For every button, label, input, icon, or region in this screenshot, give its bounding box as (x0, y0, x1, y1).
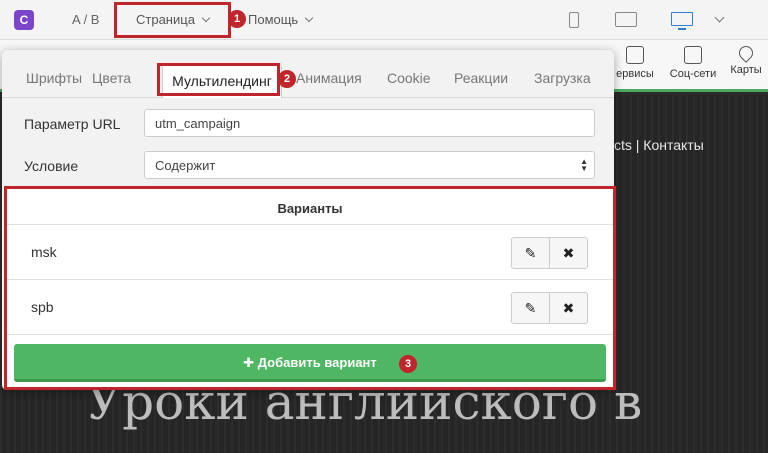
delete-variant-button[interactable]: ✖ (549, 237, 588, 269)
variant-row: spb ✎ ✖ (7, 280, 613, 335)
plus-icon: ✚ (243, 355, 255, 370)
tab-loading[interactable]: Загрузка (534, 70, 591, 86)
top-bar: C A / B Страница 1 Помощь (0, 0, 768, 40)
puzzle-icon (626, 46, 644, 64)
step-badge-2: 2 (278, 70, 296, 88)
add-variant-label: Добавить вариант (257, 355, 377, 370)
condition-value: Содержит (155, 158, 216, 173)
step-badge-3: 3 (399, 355, 417, 373)
social-label: Соц-сети (669, 68, 717, 80)
services-tool[interactable]: ервисы (612, 44, 658, 80)
url-param-label: Параметр URL (24, 116, 121, 132)
variant-row: msk ✎ ✖ (7, 225, 613, 280)
app-logo[interactable]: C (14, 10, 34, 30)
site-nav-links[interactable]: cts | Контакты (614, 137, 704, 153)
pencil-icon: ✎ (524, 300, 537, 316)
highlight-page-menu (114, 2, 231, 38)
add-variant-button[interactable]: ✚ Добавить вариант (14, 344, 606, 382)
social-tool[interactable]: Соц-сети (666, 44, 720, 80)
services-label: ервисы (616, 68, 654, 80)
variants-box: Варианты msk ✎ ✖ spb ✎ ✖ ✚ Добавить вари… (4, 186, 616, 390)
maps-tool[interactable]: Карты (726, 43, 766, 76)
tablet-icon[interactable] (615, 12, 637, 27)
select-arrows-icon: ▲ ▼ (580, 157, 588, 173)
delete-variant-button[interactable]: ✖ (549, 292, 588, 324)
edit-variant-button[interactable]: ✎ (511, 237, 550, 269)
share-icon (684, 46, 702, 64)
maps-label: Карты (730, 64, 762, 76)
chevron-down-icon[interactable] (714, 12, 725, 23)
edit-variant-button[interactable]: ✎ (511, 292, 550, 324)
help-menu-label: Помощь (248, 12, 299, 27)
x-icon: ✖ (562, 300, 575, 316)
phone-icon[interactable] (569, 12, 579, 28)
map-pin-icon (736, 43, 756, 63)
pencil-icon: ✎ (524, 245, 537, 261)
tab-cookie[interactable]: Cookie (387, 70, 431, 86)
highlight-multilanding-tab (157, 63, 280, 96)
variants-header: Варианты (7, 189, 613, 225)
variant-name: spb (31, 299, 54, 315)
url-param-input[interactable]: utm_campaign (144, 109, 595, 137)
condition-select[interactable]: Содержит ▲ ▼ (144, 151, 595, 179)
x-icon: ✖ (562, 245, 575, 261)
tab-fonts[interactable]: Шрифты (26, 70, 82, 86)
tab-animation[interactable]: Анимация (296, 70, 362, 86)
tab-reactions[interactable]: Реакции (454, 70, 508, 86)
tab-colors[interactable]: Цвета (92, 70, 131, 86)
help-menu[interactable]: Помощь (248, 12, 314, 27)
condition-label: Условие (24, 158, 79, 174)
url-param-value: utm_campaign (155, 116, 241, 131)
desktop-icon[interactable] (671, 12, 693, 30)
chevron-down-icon (304, 13, 314, 23)
variant-name: msk (31, 244, 57, 260)
step-badge-1: 1 (228, 10, 246, 28)
ab-test-button[interactable]: A / B (72, 12, 99, 27)
settings-tabs: Шрифты Цвета Мультилендинг Анимация Cook… (2, 50, 614, 98)
